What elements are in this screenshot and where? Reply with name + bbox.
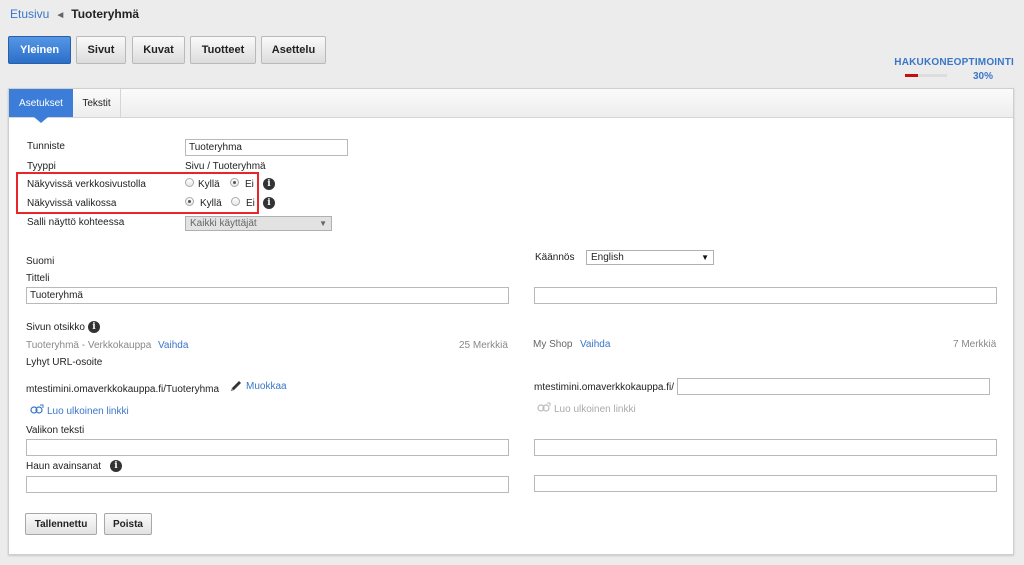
breadcrumb: Etusivu ◄ Tuoteryhmä	[10, 7, 139, 21]
edit-url-link[interactable]: Muokkaa	[246, 381, 287, 392]
seo-progress-fill	[905, 74, 918, 77]
translated-keywords-input[interactable]	[534, 475, 997, 492]
identifier-label: Tunniste	[27, 141, 65, 152]
info-icon[interactable]: i	[263, 197, 275, 209]
title-input[interactable]	[26, 287, 509, 304]
keywords-input[interactable]	[26, 476, 509, 493]
allow-view-select: Kaikki käyttäjät ▼	[185, 216, 332, 231]
allow-view-value: Kaikki käyttäjät	[190, 218, 257, 229]
pencil-icon[interactable]	[229, 379, 243, 393]
tab-kuvat[interactable]: Kuvat	[132, 36, 185, 64]
breadcrumb-arrow-icon: ◄	[55, 10, 66, 21]
active-tab-pointer	[34, 117, 48, 123]
translated-create-external-link: Luo ulkoinen linkki	[554, 404, 636, 415]
translated-page-title-value: My Shop	[533, 339, 573, 350]
subtab-tekstit[interactable]: Tekstit	[73, 89, 121, 117]
tab-tuotteet[interactable]: Tuotteet	[190, 36, 256, 64]
title-label: Titteli	[26, 273, 50, 284]
short-url-label: Lyhyt URL-osoite	[26, 357, 103, 368]
translation-select[interactable]: English ▼	[586, 250, 714, 265]
dropdown-arrow-icon: ▼	[701, 253, 709, 262]
highlight-box	[16, 172, 259, 214]
breadcrumb-home-link[interactable]: Etusivu	[10, 7, 49, 21]
translated-url-prefix: mtestimini.omaverkkokauppa.fi/	[534, 382, 675, 393]
translated-page-title-change-link[interactable]: Vaihda	[580, 339, 610, 350]
translated-menu-text-input[interactable]	[534, 439, 997, 456]
translation-label: Käännös	[535, 252, 575, 263]
tab-sivut[interactable]: Sivut	[76, 36, 126, 64]
sub-tab-bar	[9, 89, 1013, 118]
identifier-input[interactable]	[185, 139, 348, 156]
external-link-icon	[30, 404, 44, 414]
breadcrumb-current: Tuoteryhmä	[71, 7, 140, 21]
seo-title[interactable]: HAKUKONEOPTIMOINTI	[894, 57, 1014, 68]
allow-view-label: Salli näyttö kohteessa	[27, 217, 125, 228]
tab-asettelu[interactable]: Asettelu	[261, 36, 326, 64]
language-label: Suomi	[26, 256, 55, 267]
translated-title-input[interactable]	[534, 287, 997, 304]
create-external-link[interactable]: Luo ulkoinen linkki	[47, 406, 129, 417]
translation-value: English	[591, 252, 624, 263]
menu-text-label: Valikon teksti	[26, 425, 85, 436]
type-value: Sivu / Tuoteryhmä	[185, 161, 266, 172]
keywords-label: Haun avainsanat	[26, 461, 102, 472]
translated-page-title-char-count: 7 Merkkiä	[953, 339, 997, 350]
page-title-char-count: 25 Merkkiä	[459, 340, 508, 351]
info-icon[interactable]: i	[263, 178, 275, 190]
info-icon[interactable]: i	[110, 460, 122, 472]
type-label: Tyyppi	[27, 161, 56, 172]
tab-yleinen[interactable]: Yleinen	[8, 36, 71, 64]
info-icon[interactable]: i	[88, 321, 100, 333]
seo-percent: 30%	[973, 71, 994, 82]
external-link-icon	[537, 402, 551, 412]
delete-button[interactable]: Poista	[104, 513, 152, 535]
save-button[interactable]: Tallennettu	[25, 513, 97, 535]
page-title-value: Tuoteryhmä - Verkkokauppa	[26, 340, 152, 351]
translated-url-input[interactable]	[677, 378, 990, 395]
dropdown-arrow-icon: ▼	[319, 219, 327, 228]
menu-text-input[interactable]	[26, 439, 509, 456]
short-url-value: mtestimini.omaverkkokauppa.fi/Tuoteryhma	[26, 384, 220, 395]
page-title-change-link[interactable]: Vaihda	[158, 340, 188, 351]
subtab-asetukset[interactable]: Asetukset	[9, 89, 73, 117]
page-title-label: Sivun otsikko	[26, 322, 85, 333]
